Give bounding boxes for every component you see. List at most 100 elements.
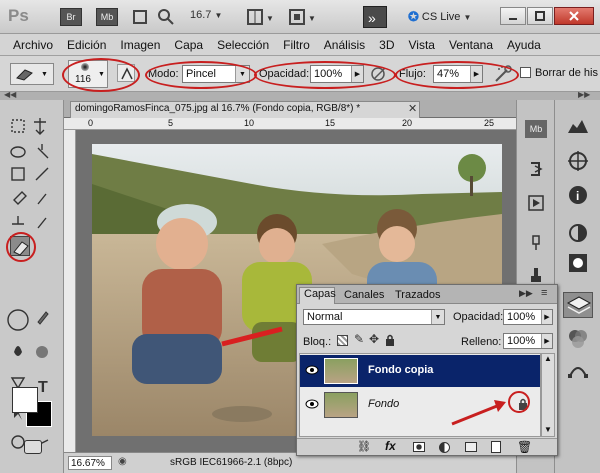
- close-document-icon[interactable]: ✕: [408, 102, 417, 115]
- document-tab-bar: domingoRamosFinca_075.jpg al 16.7% (Fond…: [64, 100, 516, 118]
- foreground-color-swatch[interactable]: [12, 387, 38, 413]
- layer-name[interactable]: Fondo copia: [368, 364, 433, 376]
- delete-layer-icon[interactable]: 🗑: [517, 440, 532, 454]
- erase-history-checkbox[interactable]: [520, 67, 531, 78]
- annotation-arrow: [451, 400, 506, 426]
- zoom-level-dropdown[interactable]: 16.7 ▼: [190, 9, 234, 25]
- paths-panel-icon[interactable]: [567, 358, 589, 380]
- fill-input[interactable]: 100% ▶: [503, 333, 553, 349]
- menu-imagen[interactable]: Imagen: [113, 38, 167, 52]
- minimize-button[interactable]: [500, 7, 526, 25]
- add-mask-icon[interactable]: [413, 442, 425, 452]
- panel-collapse-icon[interactable]: ▶▶: [519, 288, 533, 299]
- status-menu-icon[interactable]: ◉: [118, 456, 127, 467]
- menu-filtro[interactable]: Filtro: [276, 38, 317, 52]
- menu-vista[interactable]: Vista: [402, 38, 442, 52]
- eye-icon[interactable]: [305, 398, 319, 410]
- tab-trazados[interactable]: Trazados: [395, 289, 440, 301]
- arrange-documents-icon[interactable]: ▼: [246, 8, 276, 26]
- chevron-right-icon: ▶: [351, 66, 363, 82]
- collapse-arrows-icon[interactable]: ◀◀: [4, 90, 16, 99]
- menu-archivo[interactable]: Archivo: [6, 38, 60, 52]
- layer-row-fondo-copia[interactable]: Fondo copia: [300, 355, 540, 387]
- bridge-button[interactable]: Br: [60, 8, 82, 26]
- layer-name[interactable]: Fondo: [368, 398, 399, 410]
- opacity-label: Opacidad:: [259, 68, 310, 80]
- mini-bridge-button[interactable]: Mb: [96, 8, 118, 26]
- clone-source-panel-icon[interactable]: [527, 266, 545, 284]
- horizontal-ruler: 0 5 10 15 20 25: [64, 118, 516, 130]
- tab-canales[interactable]: Canales: [344, 289, 384, 301]
- chevron-down-icon: ▼: [41, 70, 48, 78]
- panel-dock-strip: ◀◀ ▶▶: [0, 90, 600, 100]
- link-layers-icon[interactable]: ⛓: [357, 440, 371, 453]
- pressure-opacity-icon[interactable]: [370, 65, 388, 83]
- blend-mode-select[interactable]: Normal ▼: [303, 309, 445, 325]
- history-panel-icon[interactable]: [527, 160, 545, 178]
- chevron-right-icon: ▶: [470, 66, 482, 82]
- layer-thumbnail: [324, 358, 358, 384]
- masks-panel-icon[interactable]: [567, 252, 589, 274]
- new-layer-icon[interactable]: [491, 441, 501, 453]
- mode-select[interactable]: Pincel ▼: [182, 65, 250, 83]
- chevron-down-icon: ▼: [463, 12, 472, 22]
- expand-arrows-icon[interactable]: ▶▶: [578, 90, 590, 99]
- lock-image-icon[interactable]: ✎: [354, 332, 364, 346]
- lock-label: Bloq.:: [303, 336, 332, 348]
- histogram-panel-icon[interactable]: [567, 116, 589, 134]
- layer-style-icon[interactable]: fx: [385, 439, 396, 453]
- eraser-tool-button[interactable]: [10, 236, 30, 256]
- menu-ventana[interactable]: Ventana: [442, 38, 500, 52]
- lock-all-icon[interactable]: [385, 334, 395, 346]
- menu-seleccion[interactable]: Selección: [210, 38, 276, 52]
- hand-tool-icon[interactable]: [131, 8, 149, 26]
- panel-icon-strip-right: i: [554, 100, 600, 473]
- mini-bridge-panel-icon[interactable]: Mb: [525, 120, 547, 138]
- brush-panel-icon[interactable]: [527, 234, 545, 252]
- zoom-tool-icon[interactable]: [157, 8, 175, 26]
- lock-position-icon[interactable]: ✥: [369, 332, 379, 346]
- opacity-input[interactable]: 100% ▶: [310, 65, 364, 83]
- info-panel-icon[interactable]: i: [567, 184, 589, 206]
- maximize-button[interactable]: [527, 7, 553, 25]
- chevron-down-icon: ▼: [98, 71, 105, 78]
- fill-label: Relleno:: [461, 336, 502, 348]
- zoom-field[interactable]: 16.67%: [68, 456, 112, 470]
- workspace-switcher-button[interactable]: »: [363, 6, 387, 28]
- adjustments-panel-icon[interactable]: [567, 222, 589, 244]
- menu-edicion[interactable]: Edición: [60, 38, 113, 52]
- menu-analisis[interactable]: Análisis: [317, 38, 372, 52]
- quick-mask-icon[interactable]: [24, 440, 42, 454]
- flow-input[interactable]: 47% ▶: [433, 65, 483, 83]
- layers-bottom-bar: ⛓ fx 🗑: [297, 438, 557, 455]
- eraser-icon: [15, 67, 35, 81]
- airbrush-icon[interactable]: [493, 64, 513, 84]
- navigator-panel-icon[interactable]: [567, 150, 589, 172]
- layers-panel-icon[interactable]: [563, 292, 593, 318]
- scroll-up-icon[interactable]: ▲: [544, 354, 552, 363]
- tool-preset-picker[interactable]: ▼: [10, 63, 54, 85]
- scroll-down-icon[interactable]: ▼: [544, 425, 552, 434]
- panel-menu-icon[interactable]: ≡: [541, 287, 547, 299]
- screen-mode-icon[interactable]: ▼: [288, 8, 318, 26]
- menu-capa[interactable]: Capa: [167, 38, 210, 52]
- layer-opacity-input[interactable]: 100% ▶: [503, 309, 553, 325]
- brush-preset-picker[interactable]: 116 ▼: [68, 60, 108, 88]
- adjustment-layer-icon[interactable]: [439, 442, 450, 453]
- brush-panel-toggle-icon[interactable]: [117, 64, 135, 82]
- actions-panel-icon[interactable]: [527, 194, 545, 212]
- chevron-down-icon: ▼: [235, 66, 249, 82]
- menu-ayuda[interactable]: Ayuda: [500, 38, 548, 52]
- cs-live-button[interactable]: ✪ CS Live ▼: [408, 8, 488, 26]
- close-button[interactable]: [554, 7, 594, 25]
- lock-transparent-icon[interactable]: [337, 335, 348, 346]
- menu-3d[interactable]: 3D: [372, 38, 401, 52]
- layer-list-scrollbar[interactable]: ▲ ▼: [541, 353, 555, 437]
- document-tab[interactable]: domingoRamosFinca_075.jpg al 16.7% (Fond…: [70, 101, 420, 118]
- eye-icon[interactable]: [305, 364, 319, 376]
- chevron-right-icon: ▶: [541, 334, 552, 348]
- tab-capas[interactable]: Capas: [299, 287, 336, 304]
- svg-text:»: »: [368, 10, 376, 26]
- new-group-icon[interactable]: [465, 442, 477, 452]
- channels-panel-icon[interactable]: [567, 328, 589, 350]
